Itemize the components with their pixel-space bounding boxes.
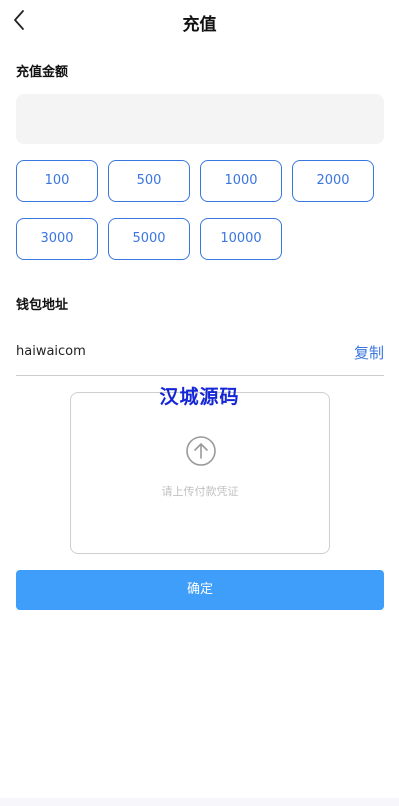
amount-option-100[interactable]: 100 <box>16 160 98 202</box>
wallet-address: haiwaicom <box>16 344 86 359</box>
upload-proof-box[interactable]: 请上传付款凭证 <box>70 392 330 554</box>
upload-hint: 请上传付款凭证 <box>161 485 239 498</box>
amount-option-1000[interactable]: 1000 <box>200 160 282 202</box>
page-title: 充值 <box>182 15 217 35</box>
amount-option-2000[interactable]: 2000 <box>292 160 374 202</box>
arrow-up-circle-icon <box>185 435 217 467</box>
header: 充值 <box>0 0 399 42</box>
amount-option-500[interactable]: 500 <box>108 160 190 202</box>
amount-option-5000[interactable]: 5000 <box>108 218 190 260</box>
amount-option-3000[interactable]: 3000 <box>16 218 98 260</box>
wallet-row: haiwaicom 复制 <box>16 338 384 376</box>
amount-option-10000[interactable]: 10000 <box>200 218 282 260</box>
bottom-strip <box>0 798 399 806</box>
wallet-label: 钱包地址 <box>16 298 69 313</box>
copy-button[interactable]: 复制 <box>354 342 384 363</box>
amount-label: 充值金额 <box>16 65 69 80</box>
confirm-button[interactable]: 确定 <box>16 570 384 610</box>
amount-input[interactable] <box>16 94 384 144</box>
watermark-text: 汉城源码 <box>159 386 240 408</box>
